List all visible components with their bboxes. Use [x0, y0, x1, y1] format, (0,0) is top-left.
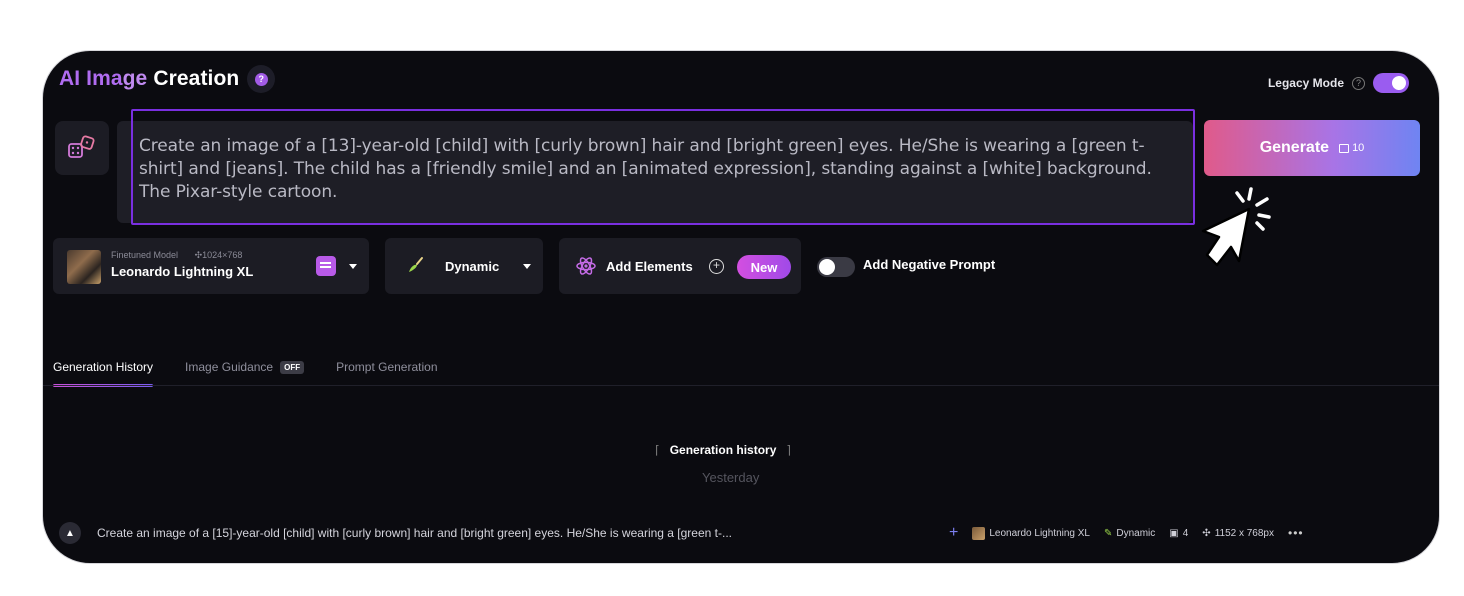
model-subtitle: Finetuned Model ✣1024×768 [111, 250, 243, 260]
tab-divider [43, 385, 1439, 386]
tab-bar: Generation History Image Guidance OFF Pr… [53, 355, 438, 387]
tab-image-guidance[interactable]: Image Guidance OFF [185, 355, 305, 379]
style-label: Dynamic [445, 259, 500, 274]
page-title: AI Ima ge Creation ? [59, 65, 276, 93]
add-elements-button[interactable]: Add Elements + New [559, 238, 801, 294]
history-size: ✣ 1152 x 768px [1202, 527, 1274, 539]
legacy-mode-label: Legacy Mode [1267, 76, 1344, 90]
tab-prompt-generation[interactable]: Prompt Generation [336, 355, 437, 379]
model-selector[interactable]: Finetuned Model ✣1024×768 Leonardo Light… [53, 238, 369, 294]
plus-circle-icon: + [709, 259, 724, 274]
new-badge: New [737, 255, 791, 279]
history-heading: ⌈ Generation history ⌉ [655, 443, 792, 457]
model-thumbnail [972, 526, 986, 540]
atom-icon [576, 257, 596, 275]
arrow-up-icon[interactable]: ▲ [59, 522, 81, 544]
app-window: AI Ima ge Creation ? Legacy Mode ? Create… [42, 50, 1440, 564]
dice-icon [68, 135, 95, 158]
model-notes-icon[interactable] [316, 256, 336, 276]
pointer-hand-icon [1201, 187, 1271, 267]
plus-icon[interactable]: + [949, 524, 958, 542]
bracket-left-icon: ⌈ [655, 443, 660, 457]
token-icon [1339, 143, 1350, 153]
more-options-icon[interactable]: ••• [1288, 526, 1304, 540]
brush-icon: ✎ [1103, 527, 1113, 539]
generate-button[interactable]: Generate 10 [1204, 120, 1420, 176]
chevron-down-icon[interactable] [523, 264, 531, 269]
question-icon: ? [254, 72, 268, 86]
model-name: Leonardo Lightning XL [111, 264, 254, 279]
history-prompt[interactable]: Create an image of a [15]-year-old [chil… [97, 526, 941, 540]
history-model: Leonardo Lightning XL [972, 526, 1090, 540]
history-item[interactable]: ▲ Create an image of a [15]-year-old [ch… [43, 519, 1439, 547]
prompt-text[interactable]: Create an image of a [13]-year-old [chil… [139, 135, 1185, 204]
random-prompt-button[interactable] [55, 121, 109, 175]
history-count: ▣ 4 [1169, 527, 1189, 539]
legacy-mode-toggle[interactable] [1373, 73, 1409, 93]
dimensions-icon: ✣ [1202, 527, 1211, 539]
brush-icon [409, 257, 423, 272]
images-icon: ▣ [1169, 527, 1179, 539]
chevron-down-icon[interactable] [349, 264, 357, 269]
negative-prompt-toggle[interactable] [817, 257, 855, 277]
bracket-right-icon: ⌉ [786, 443, 792, 457]
history-style: ✎ Dynamic [1103, 527, 1156, 539]
add-elements-label: Add Elements [606, 259, 693, 274]
model-thumbnail [67, 250, 101, 284]
generate-label: Generate [1259, 139, 1330, 156]
history-group-label: Yesterday [702, 470, 760, 485]
legacy-mode: Legacy Mode ? [1268, 73, 1409, 93]
legacy-help-icon[interactable]: ? [1352, 76, 1365, 90]
help-button[interactable]: ? [247, 65, 276, 93]
tab-generation-history[interactable]: Generation History [53, 355, 154, 387]
dimensions-icon: ✣ [194, 250, 203, 260]
status-badge: OFF [280, 360, 305, 374]
generate-cost: 10 [1339, 142, 1364, 154]
negative-prompt-label: Add Negative Prompt [863, 257, 996, 272]
style-selector[interactable]: Dynamic [385, 238, 543, 294]
